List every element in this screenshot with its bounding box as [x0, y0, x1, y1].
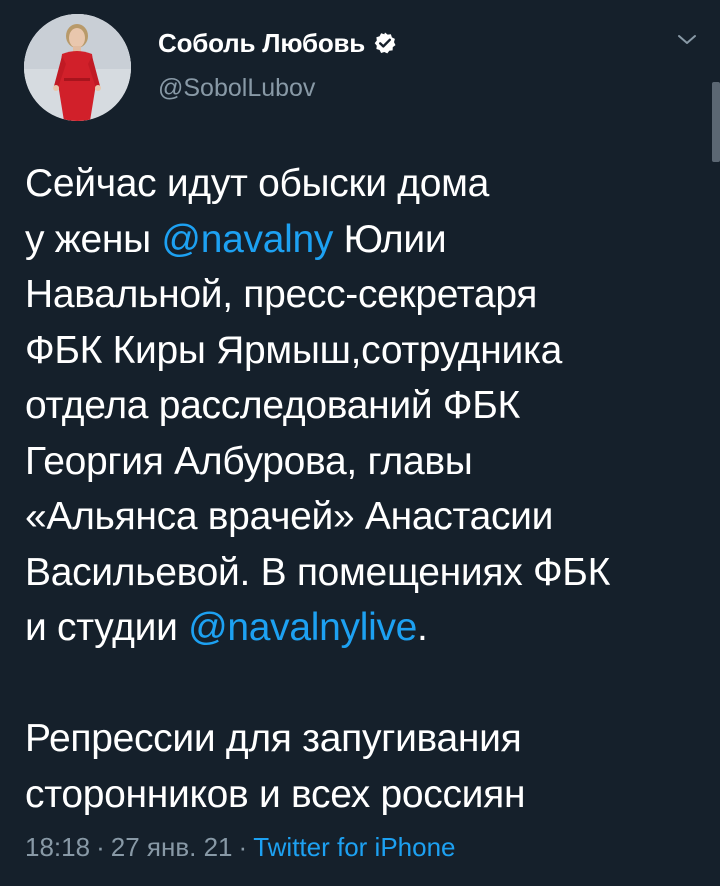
author-name-row: Соболь Любовь: [158, 28, 397, 58]
chevron-down-icon[interactable]: [674, 30, 700, 50]
tweet-source-link[interactable]: Twitter for iPhone: [253, 832, 455, 862]
tweet-card: Соболь Любовь @SobolLubov Сейчас идут об…: [0, 0, 720, 886]
avatar-image: [24, 14, 131, 121]
mention-link[interactable]: @navalny: [161, 218, 333, 261]
tweet-text-line: Навальной, пресс-секретаря: [25, 273, 538, 316]
tweet-text-line: Сейчас идут обыски дома: [25, 162, 490, 205]
tweet-meta: 18:18 · 27 янв. 21 · Twitter for iPhone: [25, 832, 456, 863]
tweet-author[interactable]: Соболь Любовь @SobolLubov: [158, 28, 397, 103]
tweet-time[interactable]: 18:18: [25, 832, 90, 862]
tweet-text: Сейчас идут обыски дома у жены @navalny …: [25, 156, 705, 822]
tweet-text-segment: Юлии: [333, 217, 447, 261]
paragraph-break: [25, 656, 705, 712]
tweet-text-line: сторонников и всех россиян: [25, 772, 526, 816]
tweet-text-segment: у жены: [25, 217, 162, 261]
tweet-text-line: отдела расследований ФБК: [25, 384, 520, 427]
tweet-text-segment: .: [417, 606, 428, 649]
verified-badge-icon: [373, 31, 397, 55]
author-handle[interactable]: @SobolLubov: [158, 74, 397, 103]
mention-link[interactable]: @navalnylive: [188, 606, 417, 649]
tweet-text-line: и студии @navalnylive.: [25, 600, 705, 656]
tweet-text-line: ФБК Киры Ярмыш,сотрудника: [25, 328, 562, 372]
profile-avatar[interactable]: [24, 14, 131, 121]
meta-separator: ·: [238, 832, 248, 862]
author-display-name[interactable]: Соболь Любовь: [158, 28, 365, 59]
tweet-text-line: Репрессии для запугивания: [25, 717, 522, 760]
tweet-text-line: Георгия Албурова, главы: [25, 439, 473, 483]
tweet-date[interactable]: 27 янв. 21: [111, 832, 233, 862]
scrollbar[interactable]: [712, 82, 720, 162]
tweet-text-line: у жены @navalny Юлии: [25, 212, 705, 268]
meta-separator: ·: [96, 832, 105, 862]
tweet-text-line: Васильевой. В помещениях ФБК: [25, 550, 611, 594]
tweet-text-segment: и студии: [25, 606, 189, 649]
tweet-text-line: «Альянса врачей» Анастасии: [25, 495, 554, 538]
